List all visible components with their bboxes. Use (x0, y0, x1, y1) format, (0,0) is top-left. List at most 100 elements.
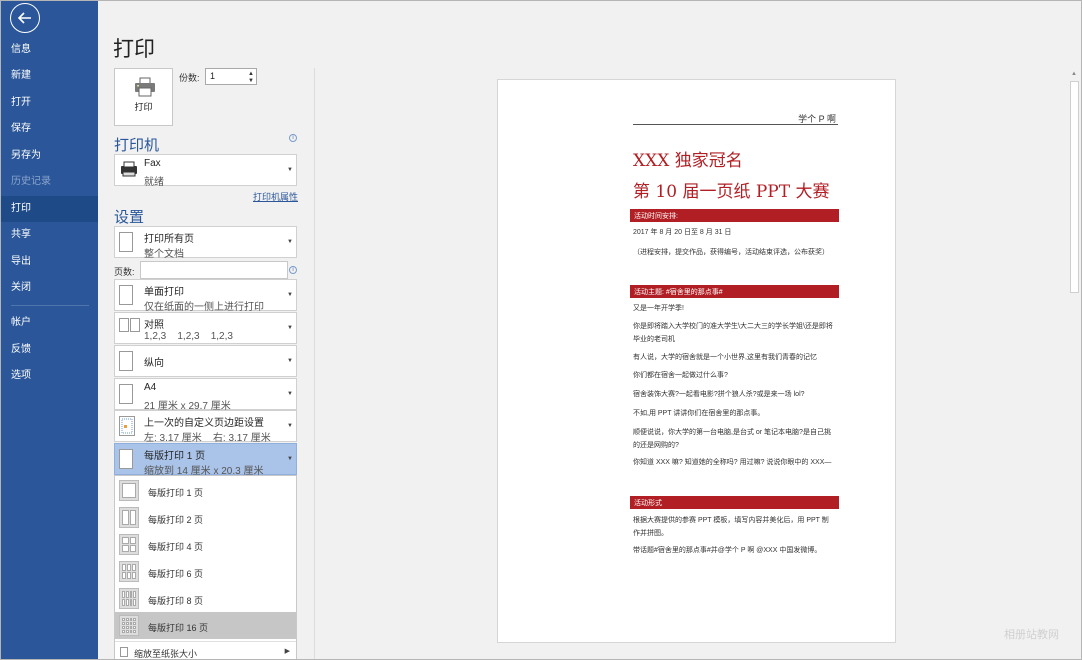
preview-paragraph: 带话题#宿舍里的那点事#并@学个 P 啊 @XXX 中国发微博。 (633, 547, 822, 554)
menu-item-6-pages[interactable]: 每版打印 6 页 (115, 558, 296, 585)
pages-per-sheet-main: 每版打印 1 页 (144, 451, 206, 462)
back-arrow-icon (17, 12, 31, 24)
preview-title-line2: 第 10 届一页纸 PPT 大赛 (633, 182, 830, 202)
pages-per-sheet-select[interactable]: 每版打印 1 页 缩放到 14 厘米 x 20.3 厘米 ▼ (114, 443, 297, 477)
preview-paragraph: （进程安排，提交作品，获得编号，活动结束评选，公布获奖） (633, 249, 829, 256)
collate-main: 对照 (144, 320, 164, 331)
print-button-label: 打印 (134, 102, 153, 112)
scrollbar-thumb[interactable] (1070, 81, 1079, 293)
layout-6-icon (119, 561, 139, 582)
watermark: 相册站教网 (1004, 629, 1059, 641)
printer-properties-link[interactable]: 打印机属性 (253, 190, 298, 203)
layout-16-icon (119, 615, 139, 636)
menu-item-label: 每版打印 4 页 (148, 542, 204, 552)
scroll-up-icon[interactable]: ▲ (1071, 71, 1077, 77)
menu-item-scale-to-paper[interactable]: 缩放至纸张大小 ▶ (115, 641, 296, 659)
page-title: 打印 (113, 38, 155, 61)
single-side-icon (119, 285, 133, 305)
collate-select[interactable]: 对照 1,2,3 1,2,3 1,2,3 ▼ (114, 312, 297, 344)
print-scope-sub: 整个文档 (144, 249, 184, 260)
preview-paragraph: 你是即将踏入大学校门的准大学生\大二大三的学长学姐\还是即将毕业的老司机 (633, 323, 833, 343)
submenu-arrow-icon: ▶ (284, 648, 290, 655)
section-bar-format: 活动形式 (630, 496, 839, 509)
nav-item-export[interactable]: 导出 (1, 249, 98, 275)
nav-item-print[interactable]: 打印 (1, 196, 98, 222)
pages-input[interactable] (140, 261, 288, 279)
preview-paragraph: 顺便说说，你大学的第一台电脑,是台式 or 笔记本电脑?是自己挑的还是网购的? (633, 429, 831, 449)
margins-icon (119, 416, 135, 441)
scale-paper-icon (120, 647, 128, 657)
sides-sub: 仅在纸面的一侧上进行打印 (144, 302, 264, 313)
preview-paragraph: 你知道 XXX 嘛? 知道她的全称吗? 用过嘛? 说说你眼中的 XXX— (633, 459, 832, 466)
printer-select[interactable]: Fax 就绪 ▼ (114, 154, 297, 188)
dropdown-arrow-icon: ▼ (287, 423, 293, 429)
nav-item-share[interactable]: 共享 (1, 222, 98, 248)
nav-item-info[interactable]: 信息 (1, 37, 98, 63)
copies-label: 份数: (179, 73, 200, 83)
menu-item-label: 每版打印 2 页 (148, 515, 204, 525)
menu-item-16-pages[interactable]: 每版打印 16 页 (115, 612, 296, 639)
settings-heading: 设置 (114, 209, 145, 226)
menu-item-8-pages[interactable]: 每版打印 8 页 (115, 585, 296, 612)
menu-item-2-pages[interactable]: 每版打印 2 页 (115, 504, 296, 531)
print-scope-select[interactable]: 打印所有页 整个文档 ▼ (114, 226, 297, 260)
nav-item-close[interactable]: 关闭 (1, 275, 98, 301)
print-button[interactable]: 打印 (114, 68, 173, 126)
printer-status: 就绪 (144, 177, 164, 188)
dropdown-arrow-icon: ▼ (287, 325, 293, 331)
info-icon[interactable]: i (289, 134, 297, 142)
nav-item-open[interactable]: 打开 (1, 90, 98, 116)
spin-up-icon[interactable]: ▲ (248, 71, 254, 77)
portrait-icon (119, 351, 133, 371)
dropdown-arrow-icon: ▼ (287, 167, 293, 173)
margins-select[interactable]: 上一次的自定义页边距设置 左: 3.17 厘米 右: 3.17 厘米 ▼ (114, 410, 297, 444)
print-preview-page: 学个 P 啊 XXX 独家冠名 第 10 届一页纸 PPT 大赛 活动时间安排:… (497, 79, 896, 643)
preview-paragraph: 有人说，大学的宿舍就是一个小世界,这里有我们青春的记忆 (633, 354, 817, 361)
printer-heading: 打印机 (114, 137, 160, 154)
nav-item-account[interactable]: 帐户 (1, 310, 98, 336)
menu-item-label: 缩放至纸张大小 (134, 649, 198, 659)
paper-main: A4 (144, 382, 157, 393)
preview-paragraph: 不如,用 PPT 讲讲你们在宿舍里的那点事。 (633, 410, 765, 417)
section-bar-label: 活动时间安排: (634, 213, 678, 220)
pages-icon (119, 232, 133, 252)
spin-down-icon[interactable]: ▼ (248, 78, 254, 84)
info-icon[interactable]: i (289, 266, 297, 274)
dropdown-arrow-icon: ▼ (287, 391, 293, 397)
orientation-select[interactable]: 纵向 ▼ (114, 345, 297, 377)
backstage-nav: 信息 新建 打开 保存 另存为 历史记录 打印 共享 导出 关闭 帐户 反馈 选… (1, 1, 98, 659)
preview-scrollbar[interactable]: ▲ (1068, 68, 1081, 659)
nav-item-new[interactable]: 新建 (1, 63, 98, 89)
nav-item-feedback[interactable]: 反馈 (1, 337, 98, 363)
copies-input[interactable]: 1 ▲ ▼ (205, 68, 257, 85)
menu-item-label: 每版打印 1 页 (148, 488, 204, 498)
orientation-main: 纵向 (144, 358, 164, 369)
layout-2-icon (119, 507, 139, 528)
copies-value: 1 (210, 71, 216, 81)
margins-main: 上一次的自定义页边距设置 (144, 418, 264, 429)
preview-paragraph: 根据大赛提供的参赛 PPT 模板，填写内容并美化后，用 PPT 制作并拼图。 (633, 517, 829, 537)
section-bar-label: 活动形式 (634, 500, 662, 507)
menu-item-4-pages[interactable]: 每版打印 4 页 (115, 531, 296, 558)
nav-item-options[interactable]: 选项 (1, 363, 98, 389)
nav-divider (11, 305, 89, 306)
dropdown-arrow-icon: ▼ (287, 292, 293, 298)
layout-1-icon (119, 480, 139, 501)
collate-icon (119, 318, 141, 337)
one-page-icon (119, 449, 133, 469)
dropdown-arrow-icon: ▼ (287, 456, 293, 462)
nav-item-history: 历史记录 (11, 176, 51, 187)
nav-item-save[interactable]: 保存 (1, 116, 98, 142)
collate-sub: 1,2,3 1,2,3 1,2,3 (144, 331, 233, 342)
paper-size-select[interactable]: A4 21 厘米 x 29.7 厘米 ▼ (114, 378, 297, 412)
panel-divider (314, 68, 315, 659)
nav-item-save-as[interactable]: 另存为 (1, 143, 98, 169)
printer-icon (135, 77, 155, 97)
header-rule (633, 124, 838, 125)
section-bar-theme: 活动主题: #宿舍里的那点事# (630, 285, 839, 298)
dropdown-arrow-icon: ▼ (287, 358, 293, 364)
sides-select[interactable]: 单面打印 仅在纸面的一侧上进行打印 ▼ (114, 279, 297, 313)
back-button[interactable] (10, 3, 40, 33)
menu-item-1-page[interactable]: 每版打印 1 页 (115, 477, 296, 504)
menu-item-label: 每版打印 16 页 (148, 623, 209, 633)
